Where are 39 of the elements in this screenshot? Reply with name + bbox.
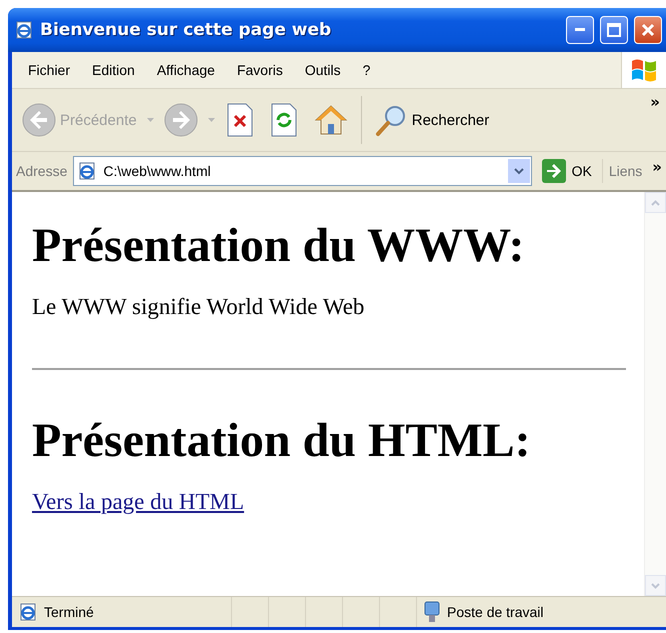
more-button[interactable]: » <box>648 158 662 184</box>
search-icon <box>374 103 408 137</box>
browser-page-icon <box>18 602 38 622</box>
menu-item[interactable]: Fichier <box>18 62 82 78</box>
minimize-icon <box>575 28 585 32</box>
computer-icon <box>423 601 441 623</box>
links-button[interactable]: Liens <box>608 163 642 179</box>
close-button[interactable] <box>634 16 662 44</box>
maximize-icon <box>607 23 621 37</box>
stop-icon <box>224 103 255 137</box>
window-title: Bienvenue sur cette page web <box>40 20 332 40</box>
chevron-down-icon <box>514 168 524 174</box>
close-icon <box>641 23 655 37</box>
menu-item[interactable]: Favoris <box>226 62 295 78</box>
menu-item[interactable]: Affichage <box>146 62 227 78</box>
home-icon <box>312 103 349 137</box>
status-text: Terminé <box>44 604 94 620</box>
menu-item[interactable]: ? <box>352 62 382 78</box>
refresh-icon <box>268 103 299 137</box>
address-text: C:\web\www.html <box>103 163 212 179</box>
menu-item[interactable]: Edition <box>82 62 147 78</box>
menu-item[interactable]: Outils <box>294 62 353 78</box>
page-link[interactable]: Vers la page du HTML <box>32 489 244 514</box>
address-label: Adresse <box>16 163 68 179</box>
dropdown-button[interactable] <box>508 159 530 183</box>
page-heading: Présentation du HTML: <box>32 413 532 469</box>
go-button[interactable]: OK <box>538 159 603 183</box>
more-button[interactable]: » <box>650 93 660 111</box>
minimize-button[interactable] <box>566 16 594 44</box>
maximize-button[interactable] <box>600 16 628 44</box>
chevron-down-icon <box>651 582 660 588</box>
page-heading: Présentation du WWW: <box>32 218 526 274</box>
search-button[interactable]: Rechercher <box>370 101 494 139</box>
zone-text: Poste de travail <box>447 604 544 620</box>
chevron-up-icon <box>651 200 660 206</box>
address-field[interactable]: C:\web\www.html <box>73 156 532 186</box>
page-paragraph: Le WWW signifie World Wide Web <box>32 294 366 320</box>
browser-page-icon <box>14 20 34 40</box>
browser-page-icon <box>77 161 98 181</box>
